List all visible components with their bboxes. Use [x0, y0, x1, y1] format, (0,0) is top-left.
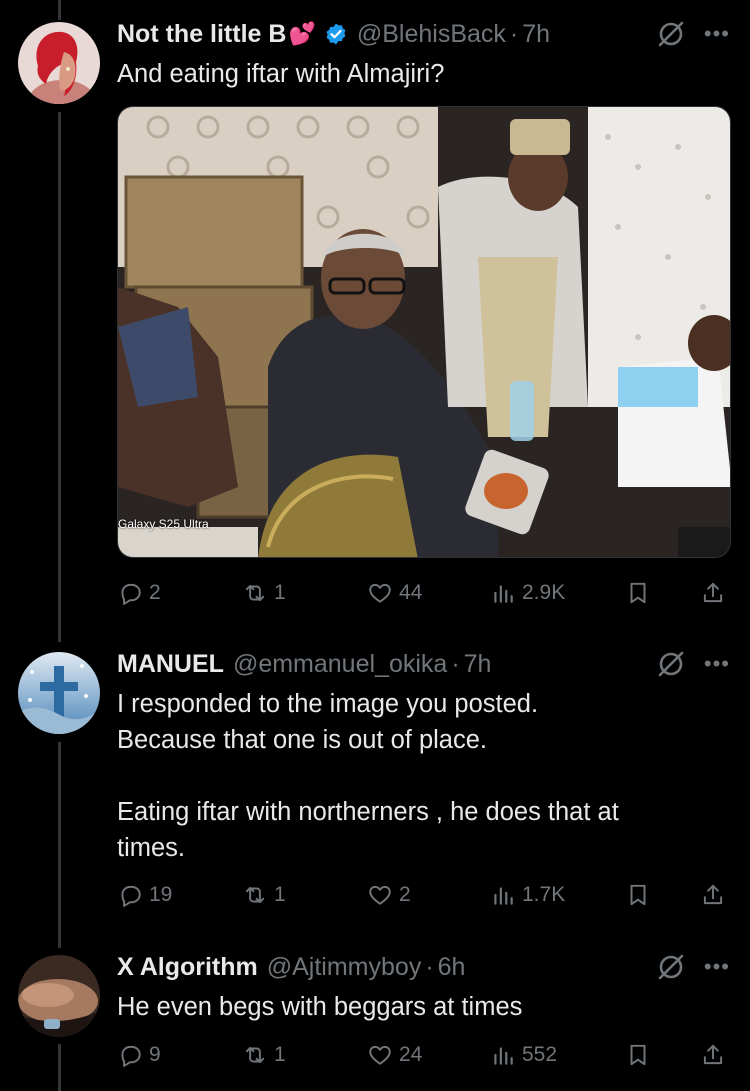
reply-count: 19	[149, 883, 173, 906]
image-caption: Galaxy S25 Ultra	[118, 517, 209, 531]
repost-icon	[245, 1046, 265, 1064]
grok-icon[interactable]	[656, 19, 686, 49]
bookmark-button[interactable]	[625, 1042, 700, 1068]
repost-count: 1	[274, 883, 286, 906]
handle[interactable]: @Ajtimmyboy	[267, 953, 422, 982]
share-button[interactable]	[700, 1042, 726, 1068]
separator-dot: ·	[509, 19, 519, 48]
tweet-header: X Algorithm @Ajtimmyboy · 6h •••	[117, 949, 730, 985]
share-button[interactable]	[700, 580, 726, 606]
like-button[interactable]: 44	[367, 580, 490, 606]
like-count: 2	[399, 883, 411, 906]
display-name[interactable]: X Algorithm	[117, 953, 258, 982]
bookmark-button[interactable]	[625, 580, 700, 606]
views-count: 1.7K	[522, 883, 566, 906]
share-icon	[703, 582, 723, 603]
views-icon	[494, 887, 513, 905]
timestamp[interactable]: 6h	[438, 953, 466, 982]
reply-count: 9	[149, 1043, 161, 1066]
like-icon	[369, 885, 391, 905]
reply-icon	[121, 583, 141, 605]
reply-icon	[121, 1045, 141, 1067]
reply-count: 2	[149, 581, 161, 604]
avatar[interactable]	[18, 955, 100, 1037]
separator-dot: ·	[425, 952, 434, 981]
display-name[interactable]: MANUEL	[117, 650, 224, 679]
bookmark-icon	[630, 884, 646, 906]
views-count: 552	[522, 1043, 558, 1066]
repost-button[interactable]: 1	[242, 882, 367, 908]
reply-button[interactable]: 2	[117, 580, 242, 606]
repost-button[interactable]: 1	[242, 1042, 367, 1068]
like-count: 44	[399, 581, 423, 604]
tweet-actions: 9 1 24 552	[117, 1040, 737, 1070]
photo-scene	[118, 107, 730, 557]
tweet-image[interactable]: Galaxy S25 Ultra	[117, 106, 731, 558]
like-button[interactable]: 2	[367, 882, 490, 908]
bookmark-icon	[630, 582, 646, 604]
tweet[interactable]: Not the little B 💕 @BlehisBack · 7h ••• …	[0, 0, 750, 640]
views-count: 2.9K	[522, 581, 566, 604]
repost-icon	[245, 584, 265, 602]
repost-button[interactable]: 1	[242, 580, 367, 606]
bookmark-icon	[630, 1044, 646, 1066]
separator-dot: ·	[451, 649, 460, 678]
like-count: 24	[399, 1043, 423, 1066]
views-button[interactable]: 1.7K	[490, 882, 625, 908]
grok-icon[interactable]	[656, 649, 686, 679]
share-icon	[703, 1044, 723, 1065]
like-icon	[369, 583, 391, 603]
avatar[interactable]	[18, 652, 100, 734]
tweet-text: He even begs with beggars at times	[117, 993, 523, 1021]
reply-icon	[121, 885, 141, 907]
more-icon[interactable]: •••	[704, 956, 730, 978]
tweet-header: Not the little B 💕 @BlehisBack · 7h •••	[117, 16, 730, 52]
reply-button[interactable]: 9	[117, 1042, 242, 1068]
reply-button[interactable]: 19	[117, 882, 242, 908]
views-icon	[494, 585, 513, 603]
views-icon	[494, 1047, 513, 1065]
timestamp[interactable]: 7h	[522, 20, 550, 49]
more-icon[interactable]: •••	[704, 653, 730, 675]
tweet-text: I responded to the image you posted. Bec…	[117, 690, 619, 862]
share-button[interactable]	[700, 882, 726, 908]
like-icon	[369, 1045, 391, 1065]
tweet-actions: 19 1 2 1.7K	[117, 880, 737, 910]
like-button[interactable]: 24	[367, 1042, 490, 1068]
display-name[interactable]: Not the little B	[117, 20, 286, 49]
name-emoji: 💕	[288, 21, 316, 46]
views-button[interactable]: 2.9K	[490, 580, 625, 606]
grok-icon[interactable]	[656, 952, 686, 982]
share-icon	[703, 884, 723, 905]
tweet-header: MANUEL @emmanuel_okika · 7h •••	[117, 646, 730, 682]
tweet-text: And eating iftar with Almajiri?	[117, 60, 445, 88]
repost-count: 1	[274, 581, 286, 604]
repost-icon	[245, 886, 265, 904]
bookmark-button[interactable]	[625, 882, 700, 908]
verified-badge-icon	[324, 22, 348, 46]
repost-count: 1	[274, 1043, 286, 1066]
tweet-actions: 2 1 44 2.9K	[117, 578, 737, 608]
more-icon[interactable]: •••	[704, 23, 730, 45]
handle[interactable]: @emmanuel_okika	[233, 650, 447, 679]
avatar[interactable]	[18, 22, 100, 104]
timestamp[interactable]: 7h	[464, 650, 492, 679]
views-button[interactable]: 552	[490, 1042, 625, 1068]
handle[interactable]: @BlehisBack	[357, 20, 506, 49]
